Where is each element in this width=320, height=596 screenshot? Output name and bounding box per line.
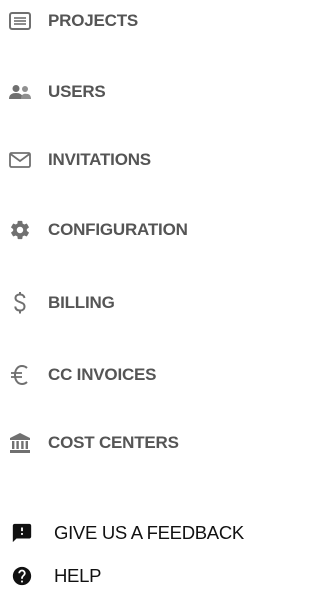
nav-item-help[interactable]: HELP <box>0 558 281 594</box>
nav-item-billing[interactable]: BILLING <box>0 285 281 321</box>
gear-icon <box>8 218 32 242</box>
nav-item-label: INVITATIONS <box>48 150 151 169</box>
list-icon <box>8 9 32 33</box>
nav-item-configuration[interactable]: CONFIGURATION <box>0 212 281 248</box>
nav-item-label: CONFIGURATION <box>48 220 188 239</box>
mail-icon <box>8 148 32 172</box>
users-icon <box>8 80 32 104</box>
nav-item-label: PROJECTS <box>48 11 139 30</box>
nav-item-cc-invoices[interactable]: CC INVOICES <box>0 357 281 393</box>
euro-icon <box>8 363 32 387</box>
nav-item-feedback[interactable]: GIVE US A FEEDBACK <box>0 515 281 551</box>
dollar-icon <box>8 291 32 315</box>
nav-item-label: HELP <box>54 565 102 586</box>
feedback-icon <box>10 521 34 545</box>
nav-item-users[interactable]: USERS <box>0 74 281 110</box>
nav-item-invitations[interactable]: INVITATIONS <box>0 142 281 178</box>
nav-item-label: USERS <box>48 82 106 101</box>
nav-item-cost-centers[interactable]: COST CENTERS <box>0 425 281 461</box>
nav-item-label: GIVE US A FEEDBACK <box>54 522 244 543</box>
nav-item-label: COST CENTERS <box>48 433 179 452</box>
bank-icon <box>8 431 32 455</box>
help-icon <box>10 564 34 588</box>
nav-item-projects[interactable]: PROJECTS <box>0 3 281 39</box>
nav-item-label: CC INVOICES <box>48 365 157 384</box>
nav-item-label: BILLING <box>48 293 115 312</box>
